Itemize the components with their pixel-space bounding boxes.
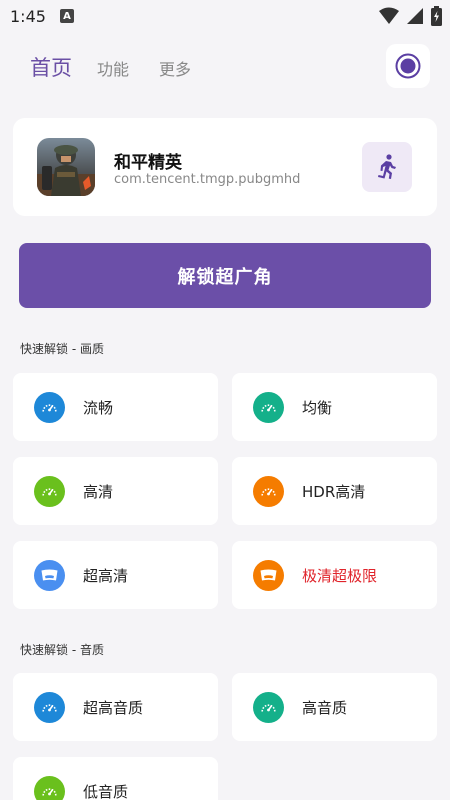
game-name: 和平精英	[114, 153, 182, 173]
tab-home[interactable]: 首页	[30, 52, 72, 82]
sound-option-low[interactable]: 低音质	[13, 757, 218, 800]
quality-option-extreme[interactable]: 极清超极限	[232, 541, 437, 609]
game-package: com.tencent.tmgp.pubgmhd	[114, 172, 301, 187]
sound-section-title: 快速解锁 - 音质	[20, 643, 104, 657]
gauge-icon	[34, 776, 65, 800]
tab-more[interactable]: 更多	[159, 56, 191, 80]
launch-game-button[interactable]	[362, 142, 412, 192]
tab-functions[interactable]: 功能	[97, 56, 129, 80]
game-card[interactable]: 和平精英 com.tencent.tmgp.pubgmhd	[13, 118, 437, 216]
notification-badge: A	[59, 9, 74, 23]
sound-option-high[interactable]: 高音质	[232, 673, 437, 741]
option-label: 均衡	[302, 399, 333, 417]
game-icon	[37, 138, 95, 196]
option-label: 超高清	[83, 567, 129, 585]
gauge-icon	[34, 476, 65, 507]
option-label: 高清	[83, 483, 114, 501]
gauge-icon	[34, 692, 65, 723]
gauge-icon	[253, 392, 284, 423]
gauge-icon	[253, 476, 284, 507]
quality-option-hd[interactable]: 高清	[13, 457, 218, 525]
status-time: 1:45	[10, 6, 46, 26]
quality-section-title: 快速解锁 - 画质	[20, 342, 104, 356]
option-label: 超高音质	[83, 699, 144, 717]
option-label: 流畅	[83, 399, 114, 417]
status-bar: 1:45 A	[0, 0, 450, 32]
widescreen-icon	[253, 560, 284, 591]
widescreen-icon	[34, 560, 65, 591]
option-label: 低音质	[83, 783, 129, 800]
gauge-icon	[34, 392, 65, 423]
unlock-wide-angle-button[interactable]: 解锁超广角	[19, 243, 431, 308]
signal-icon	[407, 8, 423, 24]
option-label: HDR高清	[302, 483, 366, 501]
sound-option-ultra-high[interactable]: 超高音质	[13, 673, 218, 741]
quality-option-hdr-hd[interactable]: HDR高清	[232, 457, 437, 525]
running-person-icon	[378, 154, 396, 179]
top-navigation: 首页 功能 更多	[0, 44, 450, 92]
wifi-icon	[379, 7, 399, 24]
quality-option-balanced[interactable]: 均衡	[232, 373, 437, 441]
option-label: 极清超极限	[302, 567, 378, 585]
record-button[interactable]	[386, 44, 430, 88]
option-label: 高音质	[302, 699, 348, 717]
quality-option-smooth[interactable]: 流畅	[13, 373, 218, 441]
battery-icon	[431, 6, 442, 26]
status-icons	[379, 6, 442, 26]
quality-option-ultra-hd[interactable]: 超高清	[13, 541, 218, 609]
record-icon	[395, 53, 421, 79]
gauge-icon	[253, 692, 284, 723]
